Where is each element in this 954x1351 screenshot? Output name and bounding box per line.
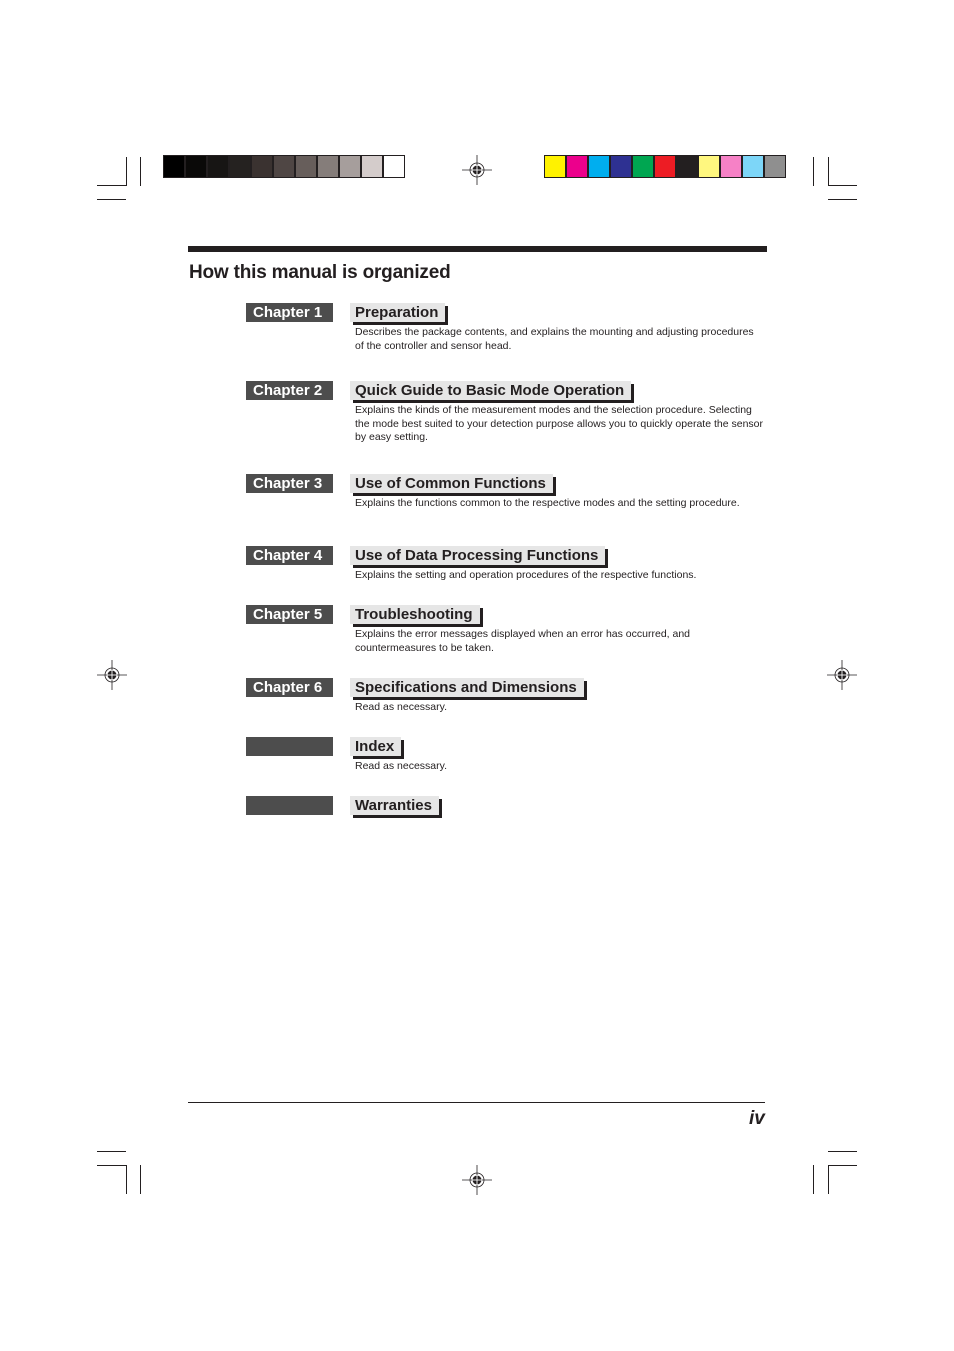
color-swatch	[721, 156, 741, 177]
color-swatch	[208, 156, 228, 177]
color-swatch	[567, 156, 587, 177]
chapter-description: Read as necessary.	[355, 701, 448, 713]
crop-mark	[97, 1151, 126, 1152]
color-swatch	[655, 156, 675, 177]
chapter-badge: Chapter 4	[246, 546, 333, 565]
color-swatch	[743, 156, 763, 177]
chapter-title-link[interactable]: Use of Data Processing Functions	[350, 546, 606, 565]
color-swatch	[611, 156, 631, 177]
color-swatch	[318, 156, 338, 177]
chapter-badge: Chapter 2	[246, 381, 333, 400]
header-rule	[188, 246, 767, 252]
crop-mark	[126, 1165, 127, 1194]
registration-mark-icon	[462, 1165, 492, 1195]
crop-mark	[126, 157, 127, 186]
crop-mark	[97, 199, 126, 200]
grayscale-color-bar	[163, 155, 405, 178]
crop-mark	[828, 1165, 829, 1194]
warranties-title-link[interactable]: Warranties	[350, 796, 439, 815]
process-color-bar	[544, 155, 786, 178]
registration-mark-icon	[827, 660, 857, 690]
chapter-badge	[246, 796, 333, 815]
crop-mark	[828, 199, 857, 200]
crop-mark	[813, 157, 814, 186]
color-swatch	[545, 156, 565, 177]
chapter-title-link[interactable]: Troubleshooting	[350, 605, 480, 624]
crop-mark	[140, 157, 141, 186]
footer-rule	[188, 1102, 765, 1103]
color-swatch	[677, 156, 697, 177]
registration-mark-icon	[97, 660, 127, 690]
chapter-title-link[interactable]: Use of Common Functions	[350, 474, 553, 493]
chapter-description: Explains the kinds of the measurement mo…	[355, 404, 763, 443]
index-title-link[interactable]: Index	[350, 737, 402, 756]
chapter-badge: Chapter 1	[246, 303, 333, 322]
crop-mark	[140, 1165, 141, 1194]
crop-mark	[813, 1165, 814, 1194]
chapter-title-link[interactable]: Quick Guide to Basic Mode Operation	[350, 381, 632, 400]
chapter-description: Describes the package contents, and expl…	[355, 326, 754, 352]
color-swatch	[589, 156, 609, 177]
color-swatch	[164, 156, 184, 177]
color-swatch	[633, 156, 653, 177]
crop-mark	[97, 185, 126, 186]
chapter-badge	[246, 737, 333, 756]
color-swatch	[765, 156, 785, 177]
color-swatch	[186, 156, 206, 177]
color-swatch	[340, 156, 360, 177]
color-swatch	[362, 156, 382, 177]
crop-mark	[828, 157, 829, 186]
crop-mark	[828, 185, 857, 186]
page-title: How this manual is organized	[189, 262, 451, 283]
color-swatch	[296, 156, 316, 177]
chapter-title-link[interactable]: Preparation	[350, 303, 446, 322]
chapter-badge: Chapter 6	[246, 678, 333, 697]
chapter-badge: Chapter 5	[246, 605, 333, 624]
chapter-description: Explains the error messages displayed wh…	[355, 628, 691, 654]
chapter-description: Explains the setting and operation proce…	[355, 569, 697, 581]
registration-mark-icon	[462, 155, 492, 185]
crop-mark	[828, 1151, 857, 1152]
color-swatch	[384, 156, 404, 177]
color-swatch	[274, 156, 294, 177]
crop-mark	[97, 1165, 126, 1166]
chapter-description: Explains the functions common to the res…	[355, 497, 740, 509]
color-swatch	[699, 156, 719, 177]
crop-mark	[828, 1165, 857, 1166]
color-swatch	[230, 156, 250, 177]
page-number: iv	[749, 1108, 765, 1129]
color-swatch	[252, 156, 272, 177]
index-description: Read as necessary.	[355, 760, 448, 772]
chapter-title-link[interactable]: Specifications and Dimensions	[350, 678, 584, 697]
chapter-badge: Chapter 3	[246, 474, 333, 493]
